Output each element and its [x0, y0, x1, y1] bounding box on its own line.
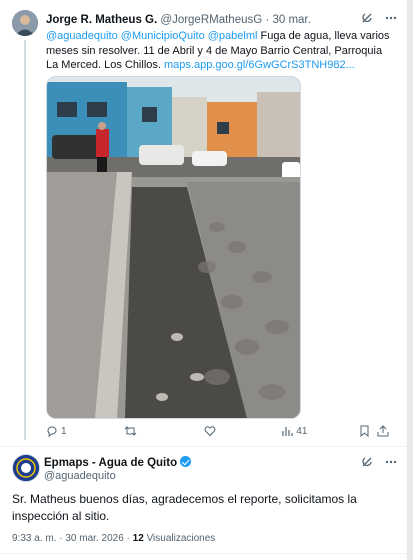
maps-link[interactable]: maps.app.goo.gl/6GwGCrS3TNH982...: [164, 59, 355, 71]
reply-author-name-text: Epmaps - Agua de Quito: [44, 457, 178, 469]
author-name[interactable]: Jorge R. Matheus G.: [46, 14, 157, 26]
reply-author-avatar[interactable]: [12, 454, 40, 482]
reply-icon: [47, 426, 57, 437]
divider: [0, 446, 413, 447]
bookmark-button[interactable]: [359, 425, 377, 437]
separator-dot: ·: [126, 533, 130, 544]
more-options-icon[interactable]: [385, 12, 397, 27]
views-icon: [282, 427, 293, 436]
share-icon: [377, 425, 389, 437]
divider: [0, 553, 413, 554]
tweet-time[interactable]: 30 mar.: [272, 14, 310, 26]
views-label: Visualizaciones: [146, 533, 216, 544]
separator-dot: ·: [265, 14, 270, 26]
reply-author-handle[interactable]: @aguadequito: [44, 470, 116, 482]
reply-author-name[interactable]: Epmaps - Agua de Quito: [44, 456, 192, 469]
views-button[interactable]: 41: [281, 425, 359, 437]
grok-icon[interactable]: [361, 456, 373, 471]
verified-badge-icon: [180, 456, 192, 467]
tweet-text: @aguadequito @MunicipioQuito @pabelml Fu…: [46, 29, 391, 73]
mentions[interactable]: @aguadequito @MunicipioQuito @pabelml: [46, 30, 257, 42]
reply-date[interactable]: 30 mar. 2026: [65, 533, 123, 544]
thread-line: [24, 40, 26, 440]
reply-view-count: 12: [132, 533, 144, 544]
scrollbar[interactable]: [407, 0, 413, 560]
grok-icon[interactable]: [361, 12, 373, 27]
like-button[interactable]: [204, 425, 282, 437]
retweet-icon: [124, 426, 137, 436]
tweet-header: Jorge R. Matheus G. @JorgeRMatheusG · 30…: [46, 13, 311, 27]
reply-meta: 9:33 a. m. · 30 mar. 2026 · 12 Visualiza…: [12, 533, 215, 544]
reply-count: 1: [61, 425, 67, 437]
author-avatar[interactable]: [12, 10, 38, 36]
bookmark-icon: [360, 425, 369, 437]
reply-time[interactable]: 9:33 a. m.: [12, 533, 56, 544]
street-photo: [47, 77, 300, 418]
tweet-actions: 1 41: [46, 425, 389, 437]
view-count: 41: [296, 425, 308, 437]
reply-text: Sr. Matheus buenos días, agradecemos el …: [12, 492, 357, 523]
author-handle[interactable]: @JorgeRMatheusG: [160, 14, 262, 26]
more-options-icon[interactable]: [385, 456, 397, 471]
reply-top-actions: [361, 456, 397, 471]
tweet-top-actions: [361, 12, 397, 27]
reply-button[interactable]: 1: [46, 425, 124, 437]
separator-dot: ·: [59, 533, 63, 544]
retweet-button[interactable]: [124, 425, 204, 437]
heart-icon: [204, 426, 215, 437]
share-button[interactable]: [377, 425, 389, 437]
tweet-photo[interactable]: [46, 76, 301, 419]
